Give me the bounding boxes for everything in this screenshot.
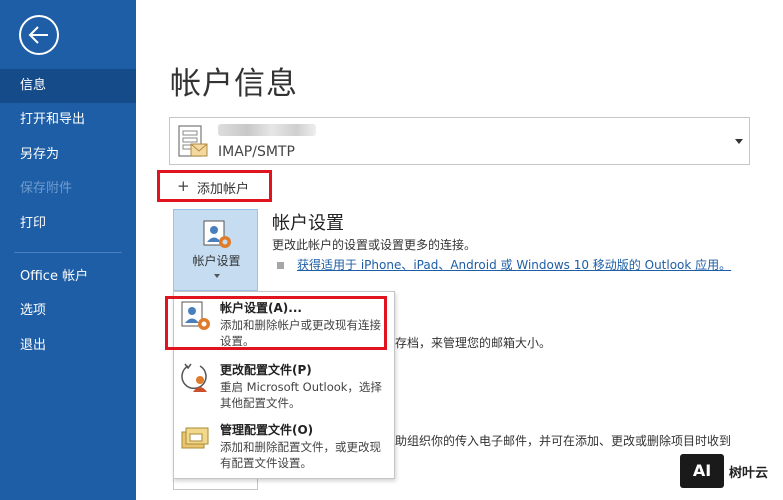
outlook-app-link[interactable]: 获得适用于 iPhone、iPad、Android 或 Windows 10 移… (297, 256, 731, 273)
account-settings-icon (203, 220, 233, 250)
account-type: IMAP/SMTP (218, 144, 295, 160)
sidebar-item-options[interactable]: 选项 (0, 294, 136, 328)
sidebar-item-info[interactable]: 信息 (0, 69, 136, 103)
sidebar-item-open-export[interactable]: 打开和导出 (0, 103, 136, 137)
back-arrow-icon[interactable] (19, 15, 59, 55)
watermark-logo: AI (680, 454, 724, 488)
watermark: AI 树叶云 (680, 454, 780, 488)
account-settings-tile-label: 帐户设置 (192, 254, 241, 268)
menu-item-description: 添加和删除配置文件，或更改现有配置文件设置。 (220, 440, 381, 470)
section-title: 帐户设置 (272, 213, 344, 234)
highlight-box (165, 296, 387, 350)
page-title: 帐户信息 (170, 66, 298, 102)
sidebar-item-office-account[interactable]: Office 帐户 (0, 260, 136, 294)
menu-item-title: 管理配置文件(O) (220, 423, 314, 437)
watermark-text: 树叶云 (729, 466, 769, 481)
manage-profiles-icon (180, 422, 212, 454)
bullet-icon (277, 262, 284, 269)
add-account-label: 添加帐户 (197, 182, 250, 197)
add-account-button[interactable]: + 添加帐户 (157, 170, 272, 202)
sidebar-divider (14, 252, 122, 253)
account-name-blurred (218, 124, 316, 136)
sidebar: 信息 打开和导出 另存为 保存附件 打印 Office 帐户 选项 退出 (0, 0, 136, 500)
menu-item-title: 更改配置文件(P) (220, 363, 312, 377)
account-selector[interactable]: IMAP/SMTP (169, 117, 750, 165)
mailbox-cleanup-text: 存档，来管理您的邮箱大小。 (395, 336, 552, 350)
sidebar-item-save-attachments: 保存附件 (20, 181, 73, 196)
account-settings-button[interactable]: 帐户设置 (173, 209, 258, 291)
sidebar-item-print[interactable]: 打印 (0, 207, 136, 241)
menu-item-manage-profiles[interactable]: 管理配置文件(O) 添加和删除配置文件，或更改现有配置文件设置。 (174, 418, 394, 478)
caret-down-icon (214, 274, 220, 278)
menu-item-change-profile[interactable]: 更改配置文件(P) 重启 Microsoft Outlook，选择其他配置文件。 (174, 358, 394, 418)
mail-account-icon (178, 125, 208, 159)
menu-item-description: 重启 Microsoft Outlook，选择其他配置文件。 (220, 380, 382, 410)
sidebar-item-save-as[interactable]: 另存为 (0, 138, 136, 172)
sidebar-item-exit[interactable]: 退出 (0, 329, 136, 363)
chevron-down-icon[interactable] (735, 139, 743, 144)
change-profile-icon (180, 362, 212, 394)
plus-icon: + (177, 177, 190, 195)
section-description: 更改此帐户的设置或设置更多的连接。 (272, 238, 477, 252)
rules-alerts-text: 助组织你的传入电子邮件，并可在添加、更改或删除项目时收到 (395, 434, 732, 448)
